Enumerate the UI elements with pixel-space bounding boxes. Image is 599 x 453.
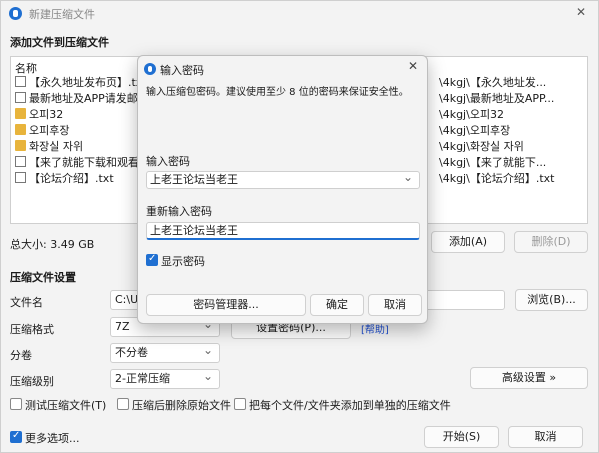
- dialog-title: 输入密码: [160, 64, 204, 77]
- test-archive-checkbox[interactable]: [10, 398, 22, 410]
- more-options-label[interactable]: 更多选项...: [25, 430, 80, 446]
- add-button[interactable]: 添加(A): [431, 231, 505, 253]
- folder-icon: [15, 108, 26, 119]
- file-path: \4kgj\오피후장: [439, 124, 511, 137]
- file-path: \4kgj\【来了就能下...: [439, 156, 547, 169]
- delete-after-label: 压缩后删除原始文件: [132, 399, 231, 412]
- reenter-password-field[interactable]: 上老王论坛当老王: [146, 222, 420, 240]
- file-name: 【论坛介绍】.txt: [29, 172, 114, 185]
- split-label: 分卷: [10, 349, 32, 362]
- file-path: \4kgj\【永久地址发...: [439, 76, 547, 89]
- total-size: 总大小: 3.49 GB: [10, 238, 95, 251]
- file-path: \4kgj\最新地址及APP...: [439, 92, 555, 105]
- browse-button[interactable]: 浏览(B)...: [515, 289, 588, 311]
- file-name: 【永久地址发布页】.txt: [29, 76, 147, 89]
- folder-icon: [15, 124, 26, 135]
- password-label: 输入密码: [146, 155, 190, 168]
- delete-button[interactable]: 删除(D): [514, 231, 588, 253]
- dialog-cancel-button[interactable]: 取消: [368, 294, 422, 316]
- show-password-label: 显示密码: [161, 255, 205, 268]
- file-row[interactable]: 화장실 자위: [15, 138, 83, 154]
- file-path: \4kgj\오피32: [439, 108, 505, 121]
- delete-after-checkbox[interactable]: [117, 398, 129, 410]
- section-settings: 压缩文件设置: [10, 271, 76, 284]
- separate-archive-checkbox[interactable]: [234, 398, 246, 410]
- app-logo-icon: [9, 7, 22, 20]
- more-options-checkbox[interactable]: [10, 430, 22, 443]
- test-archive-label: 测试压缩文件(T): [25, 399, 107, 412]
- password-field[interactable]: 上老王论坛当老王: [146, 169, 420, 189]
- advanced-settings-button[interactable]: 高级设置 »: [470, 367, 588, 389]
- file-icon: [15, 76, 26, 87]
- filename-label: 文件名: [10, 296, 43, 309]
- window-title: 新建压缩文件: [29, 8, 95, 21]
- password-dialog: 输入密码 ✕ 输入压缩包密码。建议使用至少 8 位的密码来保证安全性。 输入密码…: [137, 55, 428, 324]
- level-label: 压缩级别: [10, 375, 54, 388]
- folder-icon: [15, 140, 26, 151]
- show-password-checkbox[interactable]: [146, 253, 158, 266]
- file-name: 오피후장: [29, 124, 70, 137]
- dialog-close-icon[interactable]: ✕: [408, 59, 418, 73]
- file-row[interactable]: 【永久地址发布页】.txt: [15, 74, 147, 90]
- separate-archive-label: 把每个文件/文件夹添加到单独的压缩文件: [249, 399, 451, 412]
- file-row[interactable]: 오피32: [15, 106, 63, 122]
- main-cancel-button[interactable]: 取消: [508, 426, 583, 448]
- reenter-password-label: 重新输入密码: [146, 205, 212, 218]
- start-button[interactable]: 开始(S): [424, 426, 499, 448]
- ok-button[interactable]: 确定: [310, 294, 364, 316]
- close-icon[interactable]: ✕: [576, 5, 586, 19]
- dialog-logo-icon: [144, 63, 156, 75]
- level-select[interactable]: 2-正常压缩: [110, 369, 220, 389]
- file-icon: [15, 156, 26, 167]
- file-icon: [15, 172, 26, 183]
- section-add-files: 添加文件到压缩文件: [10, 36, 109, 49]
- split-select[interactable]: 不分卷: [110, 343, 220, 363]
- dialog-description: 输入压缩包密码。建议使用至少 8 位的密码来保证安全性。: [146, 87, 409, 98]
- format-label: 压缩格式: [10, 323, 54, 336]
- title-bar: 新建压缩文件 ✕: [1, 1, 598, 27]
- file-path: \4kgj\화장실 자위: [439, 140, 524, 153]
- file-path: \4kgj\【论坛介绍】.txt: [439, 172, 555, 185]
- file-icon: [15, 92, 26, 103]
- file-name: 오피32: [29, 108, 64, 121]
- file-row[interactable]: 오피후장: [15, 122, 69, 138]
- file-name: 화장실 자위: [29, 140, 84, 153]
- password-manager-button[interactable]: 密码管理器...: [146, 294, 306, 316]
- file-row[interactable]: 【论坛介绍】.txt: [15, 170, 114, 186]
